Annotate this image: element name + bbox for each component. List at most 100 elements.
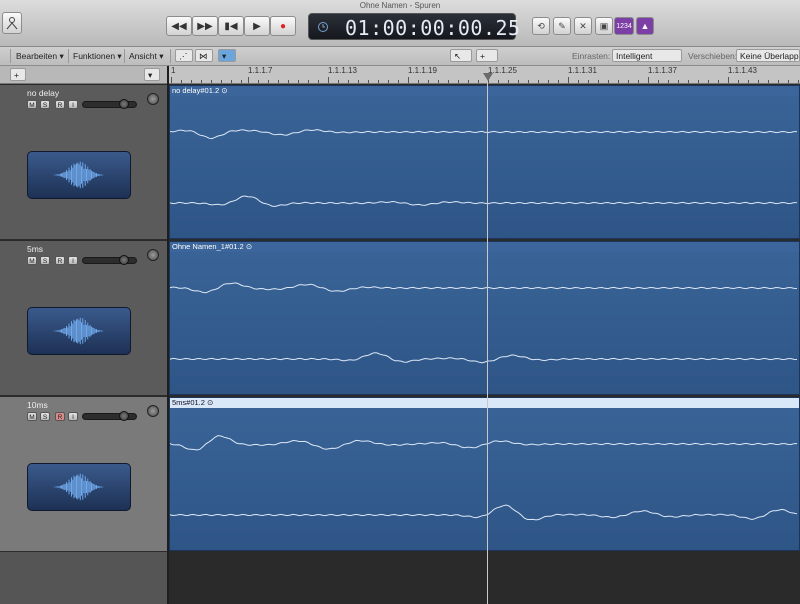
count-in-button[interactable]: ▣ [595, 17, 613, 35]
track-name[interactable]: 10ms [27, 400, 48, 410]
input-monitor-button[interactable]: I [68, 412, 78, 421]
ruler-tick [678, 80, 679, 83]
separator [68, 49, 69, 63]
metronome-button[interactable]: ▲ [636, 17, 654, 35]
audio-region[interactable]: Ohne Namen_1#01.2 ⊙ [169, 241, 800, 395]
region-header[interactable]: 5ms#01.2 ⊙ [170, 398, 799, 408]
mute-button[interactable]: M [27, 412, 37, 421]
separator [124, 49, 125, 63]
ruler-tick [478, 80, 479, 83]
solo-button[interactable]: S [40, 100, 50, 109]
control-bar: Ohne Namen - Spuren ◀◀ ▶▶ ▮◀ ▶ ● 01:00:0… [0, 0, 800, 47]
waveform-channel [170, 129, 797, 140]
cycle-button[interactable]: ⟲ [532, 17, 550, 35]
crosshair-tool[interactable]: + [476, 49, 498, 62]
track-name[interactable]: 5ms [27, 244, 43, 254]
drag-label: Verschieben: [688, 51, 738, 61]
ruler-tick [288, 80, 289, 83]
ruler-tick [608, 80, 609, 83]
region-header[interactable]: Ohne Namen_1#01.2 ⊙ [170, 242, 799, 252]
ruler-tick [418, 80, 419, 83]
ruler-tick [278, 80, 279, 83]
flex-icon: ⋈ [199, 51, 208, 61]
drag-select[interactable]: Keine Überlappung [736, 49, 800, 62]
input-monitor-button[interactable]: I [68, 256, 78, 265]
volume-handle[interactable] [119, 411, 129, 421]
audio-region[interactable]: no delay#01.2 ⊙ [169, 85, 800, 239]
ruler-tick [458, 80, 459, 83]
record-button[interactable]: ● [270, 16, 296, 36]
pan-knob[interactable] [147, 405, 159, 417]
pan-knob[interactable] [147, 93, 159, 105]
track-header[interactable]: 10ms M S R I [0, 397, 168, 552]
pointer-tool[interactable]: ↖ [450, 49, 472, 62]
divider[interactable] [167, 66, 169, 604]
flex-button[interactable]: ⋈ [195, 49, 213, 62]
view-menu[interactable]: Ansicht ▾ [129, 49, 164, 63]
record-enable-button[interactable]: R [55, 412, 65, 421]
play-button[interactable]: ▶ [244, 16, 270, 36]
snap-select[interactable]: Intelligent [612, 49, 682, 62]
ruler-tick [568, 77, 569, 83]
library-icon [6, 17, 18, 30]
waveform-channel [170, 195, 797, 208]
waveform [170, 435, 798, 521]
audio-region[interactable]: 5ms#01.2 ⊙ [169, 397, 800, 551]
add-track-button[interactable]: + [10, 68, 26, 81]
ruler-tick [618, 80, 619, 83]
playhead-line[interactable] [487, 66, 488, 604]
global-tracks-button[interactable]: ▾ [144, 68, 160, 81]
lcd-display[interactable]: 01:00:00:00.25 [308, 13, 520, 40]
tuner-icon: ✎ [558, 21, 566, 31]
volume-slider[interactable] [82, 411, 137, 421]
ruler-tick [698, 80, 699, 83]
edit-menu[interactable]: Bearbeiten ▾ [16, 49, 64, 63]
ruler-tick [221, 80, 222, 83]
ruler-tick-label: 1.1.1.13 [328, 66, 357, 75]
arrange-empty[interactable] [169, 552, 800, 604]
volume-slider[interactable] [82, 99, 137, 109]
ruler-tick [578, 80, 579, 83]
to-start-button[interactable]: ▮◀ [218, 16, 244, 36]
playhead-icon[interactable] [483, 73, 493, 81]
rewind-button[interactable]: ◀◀ [166, 16, 192, 36]
automation-button[interactable]: ⋰ [175, 49, 193, 62]
forward-button[interactable]: ▶▶ [192, 16, 218, 36]
ruler-tick [201, 80, 202, 83]
chevron-down-icon: ▾ [148, 70, 153, 80]
pan-knob[interactable] [147, 249, 159, 261]
ruler-tick [408, 77, 409, 83]
track-header[interactable]: 5ms M S R I [0, 241, 168, 396]
ruler-tick [548, 80, 549, 83]
track-list-empty [0, 552, 168, 604]
mute-button[interactable]: M [27, 100, 37, 109]
record-enable-button[interactable]: R [55, 100, 65, 109]
replace-button[interactable]: ✕ [574, 17, 592, 35]
solo-button[interactable]: S [40, 412, 50, 421]
region-header[interactable]: no delay#01.2 ⊙ [170, 86, 799, 96]
solo-button[interactable]: S [40, 256, 50, 265]
automation-icon: ⋰ [179, 51, 188, 61]
waveform-icon [53, 161, 104, 189]
library-button[interactable] [2, 12, 22, 34]
volume-handle[interactable] [119, 255, 129, 265]
mute-button[interactable]: M [27, 256, 37, 265]
volume-handle[interactable] [119, 99, 129, 109]
input-monitor-button[interactable]: I [68, 100, 78, 109]
waveform-icon [53, 317, 104, 345]
record-enable-button[interactable]: R [55, 256, 65, 265]
ruler-tick [758, 80, 759, 83]
ruler-tick [538, 80, 539, 83]
counter-button[interactable]: 1234 [614, 17, 634, 35]
catch-button[interactable]: ▾ [218, 49, 236, 62]
track-header[interactable]: no delay M S R I [0, 85, 168, 240]
ruler-tick [248, 77, 249, 83]
ruler-tick [798, 80, 799, 83]
ruler-tick [728, 77, 729, 83]
tuner-button[interactable]: ✎ [553, 17, 571, 35]
functions-menu[interactable]: Funktionen ▾ [73, 49, 122, 63]
ruler-tick-label: 1.1.1.37 [648, 66, 677, 75]
track-name[interactable]: no delay [27, 88, 59, 98]
waveform [170, 129, 797, 208]
volume-slider[interactable] [82, 255, 137, 265]
